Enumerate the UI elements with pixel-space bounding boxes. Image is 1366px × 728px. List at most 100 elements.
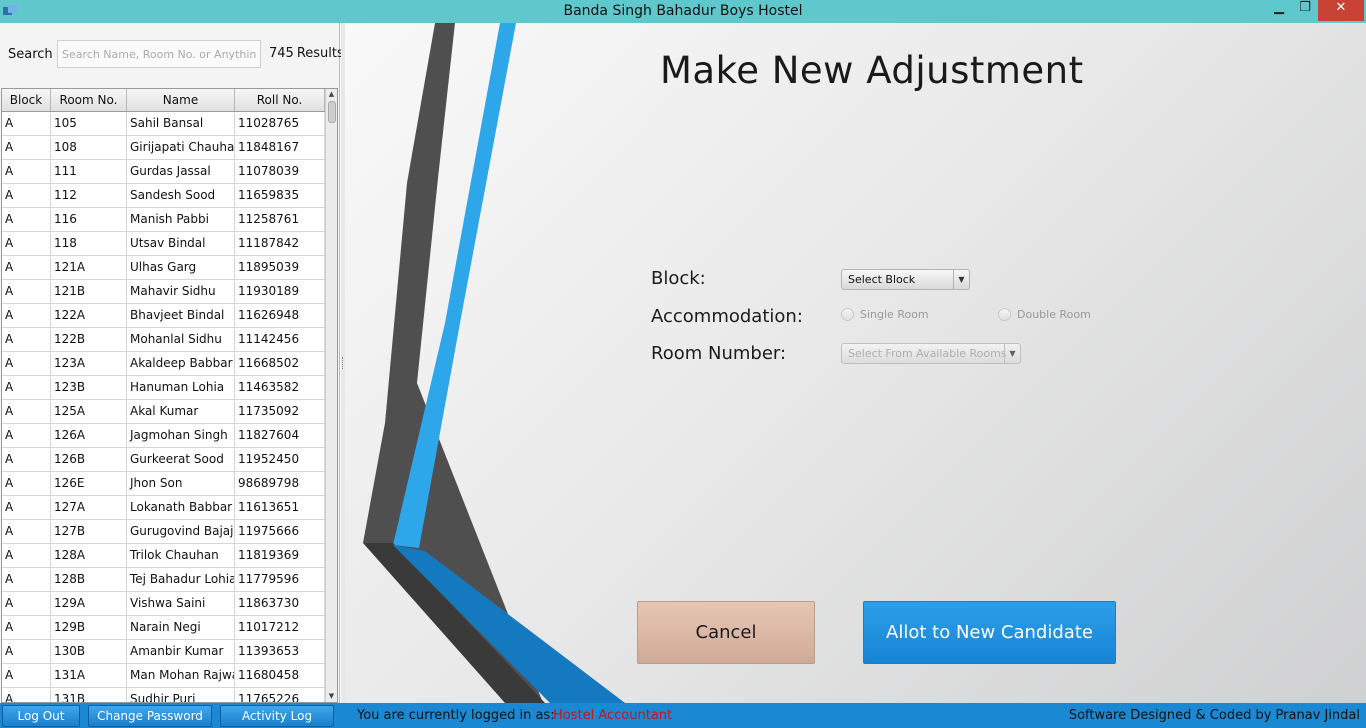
double-room-radio[interactable]: Double Room [998, 308, 1091, 321]
room-number-select[interactable]: Select From Available Rooms ▼ [841, 343, 1021, 364]
search-label: Search [8, 47, 53, 62]
table-row[interactable]: A 130B Amanbir Kumar 11393653 [2, 640, 325, 664]
cell-name: Gurdas Jassal [127, 160, 235, 183]
radio-circle-icon [841, 308, 854, 321]
allot-new-candidate-button[interactable]: Allot to New Candidate [863, 601, 1116, 664]
radio-circle-icon [998, 308, 1011, 321]
cell-name: Jhon Son [127, 472, 235, 495]
cell-block: A [2, 520, 51, 543]
cell-name: Utsav Bindal [127, 232, 235, 255]
cell-room-no: 112 [51, 184, 127, 207]
table-row[interactable]: A 127B Gurugovind Bajaj 11975666 [2, 520, 325, 544]
log-out-button[interactable]: Log Out [2, 705, 80, 727]
cell-room-no: 125A [51, 400, 127, 423]
cell-name: Akal Kumar [127, 400, 235, 423]
table-row[interactable]: A 118 Utsav Bindal 11187842 [2, 232, 325, 256]
table-row[interactable]: A 116 Manish Pabbi 11258761 [2, 208, 325, 232]
table-row[interactable]: A 131A Man Mohan Rajwal 11680458 [2, 664, 325, 688]
status-bar: Log Out Change Password Activity Log You… [0, 703, 1366, 728]
cell-block: A [2, 352, 51, 375]
room-number-label: Room Number: [651, 343, 787, 364]
cell-name: Mohanlal Sidhu [127, 328, 235, 351]
cell-block: A [2, 112, 51, 135]
table-row[interactable]: A 128A Trilok Chauhan 11819369 [2, 544, 325, 568]
cell-block: A [2, 448, 51, 471]
credit-text: Software Designed & Coded by Pranav Jind… [1068, 708, 1360, 723]
table-row[interactable]: A 121A Ulhas Garg 11895039 [2, 256, 325, 280]
column-header-name[interactable]: Name [127, 89, 235, 111]
table-row[interactable]: A 105 Sahil Bansal 11028765 [2, 112, 325, 136]
cell-name: Jagmohan Singh [127, 424, 235, 447]
students-table: Block Room No. Name Roll No. A 105 Sahil B… [1, 88, 338, 703]
cell-room-no: 128B [51, 568, 127, 591]
cell-name: Vishwa Saini [127, 592, 235, 615]
table-row[interactable]: A 122A Bhavjeet Bindal 11626948 [2, 304, 325, 328]
cell-block: A [2, 616, 51, 639]
cell-room-no: 111 [51, 160, 127, 183]
cell-roll-no: 11028765 [235, 112, 325, 135]
table-row[interactable]: A 126E Jhon Son 98689798 [2, 472, 325, 496]
scroll-up-icon[interactable]: ▲ [327, 90, 336, 99]
table-row[interactable]: A 127A Lokanath Babbar 11613651 [2, 496, 325, 520]
cell-room-no: 130B [51, 640, 127, 663]
table-row[interactable]: A 111 Gurdas Jassal 11078039 [2, 160, 325, 184]
table-row[interactable]: A 123B Hanuman Lohia 11463582 [2, 376, 325, 400]
block-select[interactable]: Select Block ▼ [841, 269, 970, 290]
table-row[interactable]: A 108 Girijapati Chauhan 11848167 [2, 136, 325, 160]
table-row[interactable]: A 128B Tej Bahadur Lohia 11779596 [2, 568, 325, 592]
column-header-room-no[interactable]: Room No. [51, 89, 127, 111]
cell-block: A [2, 376, 51, 399]
cell-block: A [2, 328, 51, 351]
single-room-radio[interactable]: Single Room [841, 308, 929, 321]
cell-room-no: 123B [51, 376, 127, 399]
scroll-down-icon[interactable]: ▼ [327, 692, 336, 701]
change-password-button[interactable]: Change Password [88, 705, 212, 727]
cell-name: Hanuman Lohia [127, 376, 235, 399]
result-count-number: 745 [269, 46, 294, 61]
title-bar: Banda Singh Bahadur Boys Hostel ▁ ❐ ✕ [0, 0, 1366, 23]
activity-log-button[interactable]: Activity Log [220, 705, 334, 727]
cell-roll-no: 11017212 [235, 616, 325, 639]
cell-block: A [2, 568, 51, 591]
table-row[interactable]: A 129A Vishwa Saini 11863730 [2, 592, 325, 616]
cell-block: A [2, 304, 51, 327]
column-header-block[interactable]: Block [2, 89, 51, 111]
cell-block: A [2, 232, 51, 255]
table-row[interactable]: A 126A Jagmohan Singh 11827604 [2, 424, 325, 448]
cell-room-no: 121B [51, 280, 127, 303]
cancel-button[interactable]: Cancel [637, 601, 815, 664]
splitter-grip-icon[interactable] [342, 357, 344, 369]
table-row[interactable]: A 123A Akaldeep Babbar 11668502 [2, 352, 325, 376]
user-role: Hostel Accountant [553, 708, 673, 723]
cell-roll-no: 11765226 [235, 688, 325, 702]
cell-name: Akaldeep Babbar [127, 352, 235, 375]
window-title: Banda Singh Bahadur Boys Hostel [563, 3, 803, 19]
cell-name: Lokanath Babbar [127, 496, 235, 519]
cell-name: Gurugovind Bajaj [127, 520, 235, 543]
cell-roll-no: 11827604 [235, 424, 325, 447]
minimize-button[interactable]: ▁ [1266, 0, 1292, 21]
cell-roll-no: 98689798 [235, 472, 325, 495]
cell-room-no: 129A [51, 592, 127, 615]
cell-roll-no: 11779596 [235, 568, 325, 591]
cell-name: Tej Bahadur Lohia [127, 568, 235, 591]
column-header-roll-no[interactable]: Roll No. [235, 89, 325, 111]
table-row[interactable]: A 129B Narain Negi 11017212 [2, 616, 325, 640]
close-button[interactable]: ✕ [1318, 0, 1364, 21]
scrollbar-thumb[interactable] [328, 101, 336, 123]
block-label: Block: [651, 268, 706, 289]
table-scrollbar[interactable]: ▲ ▼ [325, 89, 337, 702]
table-row[interactable]: A 122B Mohanlal Sidhu 11142456 [2, 328, 325, 352]
table-row[interactable]: A 131B Sudhir Puri 11765226 [2, 688, 325, 702]
search-input[interactable] [57, 40, 261, 68]
cell-block: A [2, 424, 51, 447]
result-count-unit: Results [296, 46, 344, 61]
table-row[interactable]: A 121B Mahavir Sidhu 11930189 [2, 280, 325, 304]
cell-name: Trilok Chauhan [127, 544, 235, 567]
cell-room-no: 108 [51, 136, 127, 159]
cell-roll-no: 11680458 [235, 664, 325, 687]
table-row[interactable]: A 125A Akal Kumar 11735092 [2, 400, 325, 424]
table-row[interactable]: A 126B Gurkeerat Sood 11952450 [2, 448, 325, 472]
table-row[interactable]: A 112 Sandesh Sood 11659835 [2, 184, 325, 208]
maximize-button[interactable]: ❐ [1292, 0, 1318, 21]
